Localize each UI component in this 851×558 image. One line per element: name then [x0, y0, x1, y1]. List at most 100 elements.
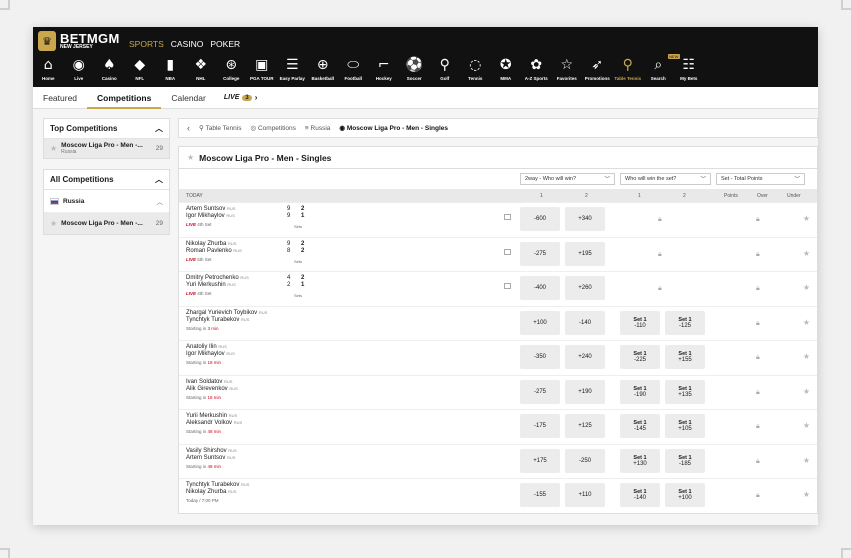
odds-button-2[interactable]: +125 — [565, 414, 605, 438]
breadcrumb-russia[interactable]: ≡ Russia — [305, 125, 330, 132]
event-row[interactable]: Tynchtyk Turabekov RUS Nikolay Zhurba RUS… — [179, 478, 817, 513]
nav-a-z-sports[interactable]: ✿ A-Z Sports — [521, 56, 552, 81]
nav-mma[interactable]: ✪ MMA — [491, 56, 522, 81]
star-icon[interactable]: ★ — [803, 456, 810, 465]
star-icon[interactable]: ★ — [803, 318, 810, 327]
country-russia[interactable]: Russia ︿ — [44, 190, 169, 213]
nav-live[interactable]: ◉ Live — [64, 56, 95, 81]
odds-button-1[interactable]: -400 — [520, 276, 560, 300]
tab-calendar[interactable]: Calendar — [161, 87, 216, 109]
set-odds-button-2[interactable]: Set 1 +105 — [665, 414, 705, 438]
back-chevron-icon[interactable]: ‹ — [187, 123, 190, 133]
nav-pga-tour[interactable]: ▣ PGA TOUR — [247, 56, 278, 81]
nav-home[interactable]: ⌂ Home — [33, 56, 64, 81]
star-icon[interactable]: ★ — [187, 153, 194, 162]
nav-nba[interactable]: ▮ NBA — [155, 56, 186, 81]
set-odds-button-1[interactable]: Set 1 -110 — [620, 310, 660, 335]
tab-competitions[interactable]: Competitions — [87, 87, 162, 109]
betmgm-logo[interactable]: ♛ BETMGM NEW JERSEY — [38, 31, 120, 51]
nav-hockey[interactable]: ⌐ Hockey — [369, 56, 400, 81]
set-odds-button-2[interactable]: Set 1 +135 — [665, 379, 705, 404]
set-odds-button-1[interactable]: Set 1 +130 — [620, 448, 660, 473]
star-icon[interactable]: ★ — [803, 421, 810, 430]
nav-nfl[interactable]: ◆ NFL — [125, 56, 156, 81]
nav-casino[interactable]: ♠ Casino — [94, 56, 125, 81]
top-competitions-header[interactable]: Top Competitions ︿ — [44, 119, 169, 139]
odds-button-1[interactable]: +175 — [520, 448, 560, 473]
nav-search[interactable]: ⌕ Search NEW — [643, 54, 680, 81]
odds-button-2[interactable]: +190 — [565, 379, 605, 404]
event-row[interactable]: Zhargal Yurievich Toybikov RUS Tynchtyk T… — [179, 305, 817, 341]
odds-button-2[interactable]: +195 — [565, 241, 605, 266]
breadcrumb-table-tennis[interactable]: ⚲ Table Tennis — [199, 124, 241, 132]
star-icon[interactable]: ★ — [803, 214, 810, 223]
nav-tennis[interactable]: ◌ Tennis — [460, 56, 491, 81]
odds-button-2[interactable]: +260 — [565, 276, 605, 300]
nav-poker[interactable]: POKER — [210, 39, 240, 49]
nav-college[interactable]: ⊛ College — [216, 56, 247, 81]
odds-button-1[interactable]: -175 — [520, 414, 560, 438]
set-odds-button-2[interactable]: Set 1 -185 — [665, 448, 705, 473]
nav-nhl[interactable]: ❖ NHL — [186, 56, 217, 81]
stats-icon[interactable] — [504, 283, 511, 289]
nav-casino[interactable]: CASINO — [171, 39, 204, 49]
event-row[interactable]: Ivan Soldatov RUS Alik Girevenkov RUS Star… — [179, 374, 817, 410]
set-odds-button-2[interactable]: Set 1 +100 — [665, 483, 705, 507]
stats-icon[interactable] — [504, 248, 511, 255]
set-odds-button-1[interactable]: Set 1 -190 — [620, 379, 660, 404]
player-2: Igor Mikhaylov RUS — [186, 213, 235, 219]
set-odds-button-1[interactable]: Set 1 -145 — [620, 414, 660, 438]
star-icon[interactable]: ★ — [803, 352, 810, 361]
top-competition-item[interactable]: ★ Moscow Liga Pro - Men -... Russia 29 — [44, 139, 169, 158]
nav-sports[interactable]: SPORTS — [129, 39, 164, 49]
odds-button-2[interactable]: -250 — [565, 448, 605, 473]
nav-my-bets[interactable]: ☷ My Bets — [674, 56, 705, 81]
tab-featured[interactable]: Featured — [33, 87, 87, 109]
star-icon[interactable]: ★ — [803, 249, 810, 258]
odds-button-2[interactable]: +240 — [565, 345, 605, 369]
nav-golf[interactable]: ⚲ Golf — [430, 56, 461, 81]
set-odds-button-1[interactable]: Set 1 -225 — [620, 345, 660, 369]
star-icon[interactable]: ★ — [50, 144, 57, 153]
nav-table-tennis[interactable]: ⚲ Table Tennis — [613, 56, 644, 81]
star-icon[interactable]: ★ — [803, 283, 810, 292]
market-dropdown-set-winner[interactable]: Who will win the set? ﹀ — [620, 173, 711, 185]
event-row[interactable]: Yurii Merkushin RUS Aleksandr Volkov RUS S… — [179, 409, 817, 444]
nav-soccer[interactable]: ⚽ Soccer — [399, 56, 430, 81]
event-row[interactable]: Vasily Shirshov RUS Artem Suntsov RUS Star… — [179, 443, 817, 479]
star-icon[interactable]: ★ — [803, 490, 810, 499]
product-nav: SPORTS CASINO POKER — [129, 39, 240, 49]
tab-live[interactable]: LIVE 3 › — [224, 93, 258, 102]
odds-button-1[interactable]: -275 — [520, 241, 560, 266]
breadcrumb-competitions[interactable]: ◎ Competitions — [250, 124, 295, 132]
nav-favorites[interactable]: ☆ Favorites — [552, 56, 583, 81]
odds-button-1[interactable]: -600 — [520, 207, 560, 231]
odds-button-2[interactable]: -140 — [565, 310, 605, 335]
set-odds-button-1[interactable]: Set 1 -140 — [620, 483, 660, 507]
set-odds-button-2[interactable]: Set 1 -125 — [665, 310, 705, 335]
all-competition-item[interactable]: ★ Moscow Liga Pro - Men -... 29 — [44, 213, 169, 234]
all-competitions-header[interactable]: All Competitions ︿ — [44, 170, 169, 190]
event-row[interactable]: Nikolay Zhurba RUS Roman Pavlenko RUS LIVE… — [179, 236, 817, 272]
market-dropdown-2way[interactable]: 2way - Who will win? ﹀ — [520, 173, 615, 185]
event-row[interactable]: Dmitry Petrochenko RUS Yuri Merkushin RUS… — [179, 271, 817, 306]
odds-button-2[interactable]: +110 — [565, 483, 605, 507]
market-dropdown-total-points[interactable]: Set - Total Points ﹀ — [716, 173, 805, 185]
event-row[interactable]: Artem Suntsov RUS Igor Mikhaylov RUS LIVE … — [179, 202, 817, 237]
stats-icon[interactable] — [504, 214, 511, 220]
odds-button-1[interactable]: -350 — [520, 345, 560, 369]
nav-promotions[interactable]: ➶ Promotions — [582, 56, 613, 81]
odds-button-1[interactable]: -155 — [520, 483, 560, 507]
nav-basketball[interactable]: ⊕ Basketball — [308, 56, 339, 81]
star-icon[interactable]: ★ — [50, 219, 57, 228]
odds-button-1[interactable]: -275 — [520, 379, 560, 404]
lock-icon: 🔒︎ — [756, 284, 760, 292]
odds-button-2[interactable]: +340 — [565, 207, 605, 231]
odds-button-1[interactable]: +100 — [520, 310, 560, 335]
nav-easy-parlay[interactable]: ☰ Easy Parlay — [277, 56, 308, 81]
set-odds-button-2[interactable]: Set 1 +155 — [665, 345, 705, 369]
nav-football[interactable]: ⬭ Football — [338, 56, 369, 81]
score-sets-1: 2 — [301, 275, 305, 281]
star-icon[interactable]: ★ — [803, 387, 810, 396]
event-row[interactable]: Anatoliy Ilin RUS Igor Mikhaylov RUS Start… — [179, 340, 817, 375]
